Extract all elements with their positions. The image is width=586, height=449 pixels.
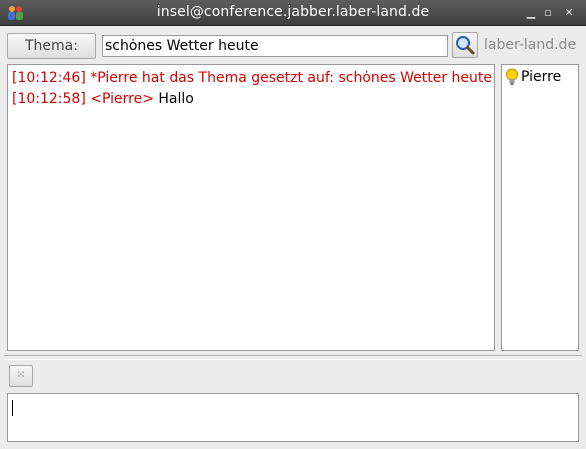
message-timestamp: [10:12:46]	[12, 70, 86, 86]
chat-message: [10:12:58] <Pierre> Hallo	[12, 89, 490, 110]
chat-log[interactable]: [10:12:46] *Pierre hat das Thema gesetzt…	[7, 64, 495, 351]
message-input[interactable]	[7, 393, 579, 442]
participant-list[interactable]: Pierre	[501, 64, 579, 351]
lightbulb-icon	[506, 68, 518, 85]
participant-name: Pierre	[521, 69, 562, 85]
chat-message: [10:12:46] *Pierre hat das Thema gesetzt…	[12, 68, 493, 89]
topic-input[interactable]: schȯnes Wetter heute	[102, 35, 448, 57]
message-text: *Pierre hat das Thema gesetzt auf: schȯn…	[90, 70, 493, 86]
topic-bar: Thema: schȯnes Wetter heute laber-land.d…	[0, 26, 586, 64]
message-text: Hallo	[158, 91, 194, 107]
window-title: insel@conference.jabber.laber-land.de	[156, 4, 430, 20]
minimize-button[interactable]: ▁	[524, 6, 538, 20]
emoticon-icon: ⁙	[16, 368, 26, 381]
close-button[interactable]: ✕	[562, 6, 576, 20]
splitter-handle[interactable]	[4, 355, 582, 360]
participant-item[interactable]: Pierre	[505, 67, 575, 87]
message-timestamp: [10:12:58]	[12, 91, 86, 107]
maximize-button[interactable]: ▫	[541, 6, 555, 20]
text-caret	[12, 400, 13, 416]
magnifier-icon	[456, 36, 475, 55]
emoticon-button[interactable]: ⁙	[9, 365, 33, 387]
search-button[interactable]	[452, 32, 478, 58]
server-label: laber-land.de	[484, 37, 577, 53]
message-nick: <Pierre>	[90, 91, 154, 107]
topic-button[interactable]: Thema:	[7, 33, 96, 59]
title-bar[interactable]: insel@conference.jabber.laber-land.de ▁ …	[0, 0, 586, 26]
